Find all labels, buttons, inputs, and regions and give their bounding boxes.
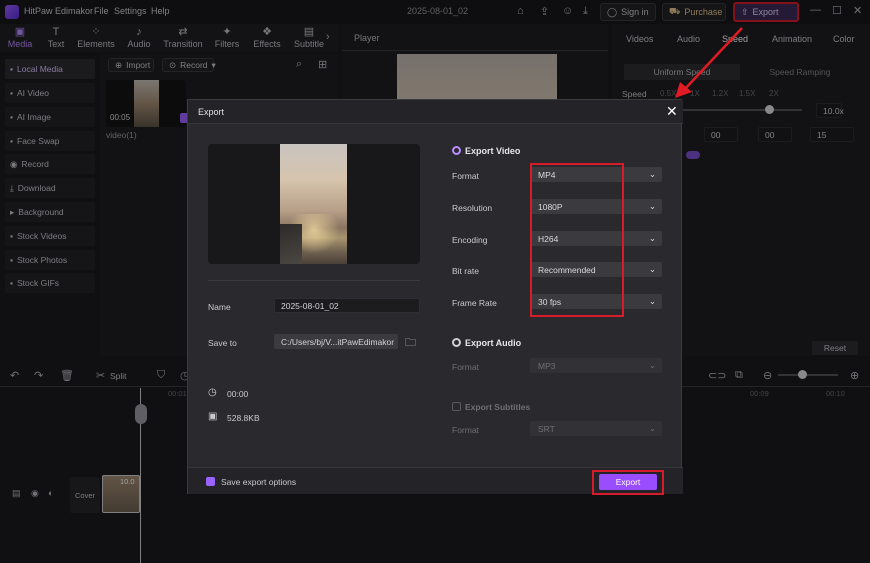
export-subtitles-label: Export Subtitles: [465, 402, 531, 412]
chevron-down-icon: ⌄: [648, 169, 656, 179]
name-label: Name: [208, 302, 231, 312]
export-audio-label: Export Audio: [465, 338, 522, 348]
export-button[interactable]: Export: [599, 474, 657, 490]
bitrate-label: Bit rate: [452, 266, 479, 276]
name-input[interactable]: 2025-08-01_02: [274, 298, 420, 313]
chevron-down-icon: ⌄: [648, 360, 656, 370]
save-options-checkbox[interactable]: [206, 477, 215, 486]
preview-frame: [280, 144, 347, 264]
export-video-radio[interactable]: [452, 146, 461, 155]
export-audio-radio[interactable]: [452, 338, 461, 347]
chevron-down-icon: ⌄: [648, 423, 656, 433]
export-video-label: Export Video: [465, 146, 521, 156]
format-label: Format: [452, 171, 479, 181]
subtitle-format-value: SRT: [538, 423, 555, 434]
subtitle-format-label: Format: [452, 425, 479, 435]
save-to-label: Save to: [208, 338, 237, 348]
save-path-input[interactable]: C:/Users/bj/V...itPawEdimakor: [274, 334, 398, 349]
close-icon[interactable]: ✕: [666, 103, 678, 120]
file-size-value: 528.8KB: [227, 413, 260, 423]
dialog-title: Export: [198, 107, 225, 117]
duration-value: 00:00: [227, 389, 249, 399]
settings-highlight-box: [530, 163, 624, 317]
chevron-down-icon: ⌄: [648, 233, 656, 243]
preview-divider: [208, 280, 420, 281]
encoding-label: Encoding: [452, 235, 488, 245]
chevron-down-icon: ⌄: [648, 264, 656, 274]
export-dialog: Export ✕ Name 2025-08-01_02 Save to C:/U…: [187, 99, 683, 495]
folder-icon[interactable]: 🗀: [405, 334, 416, 353]
shore: [280, 224, 302, 264]
audio-format-value: MP3: [538, 360, 556, 371]
chevron-down-icon: ⌄: [648, 201, 656, 211]
frame-rate-label: Frame Rate: [452, 298, 497, 308]
export-subtitles-checkbox[interactable]: [452, 402, 461, 411]
audio-format-label: Format: [452, 362, 479, 372]
audio-format-select[interactable]: MP3 ⌄: [530, 358, 662, 373]
dialog-footer: Save export options Export: [188, 467, 683, 495]
chevron-down-icon: ⌄: [648, 296, 656, 306]
resolution-label: Resolution: [452, 203, 493, 213]
dialog-header: Export ✕: [188, 100, 683, 124]
subtitle-format-select[interactable]: SRT ⌄: [530, 421, 662, 436]
file-size-icon: ▣: [208, 411, 218, 422]
save-options-label: Save export options: [221, 477, 297, 487]
clock-icon: ◷: [208, 387, 217, 398]
